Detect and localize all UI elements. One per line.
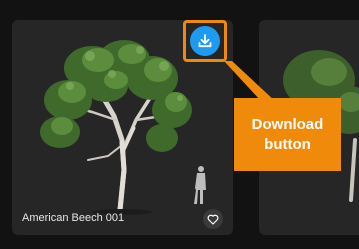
download-button-callout: Download button (234, 98, 341, 171)
download-tray-icon (198, 34, 212, 48)
asset-title: American Beech 001 (22, 212, 125, 224)
favorite-button[interactable] (203, 209, 223, 229)
heart-outline-icon (207, 214, 219, 225)
download-button[interactable] (190, 26, 220, 56)
